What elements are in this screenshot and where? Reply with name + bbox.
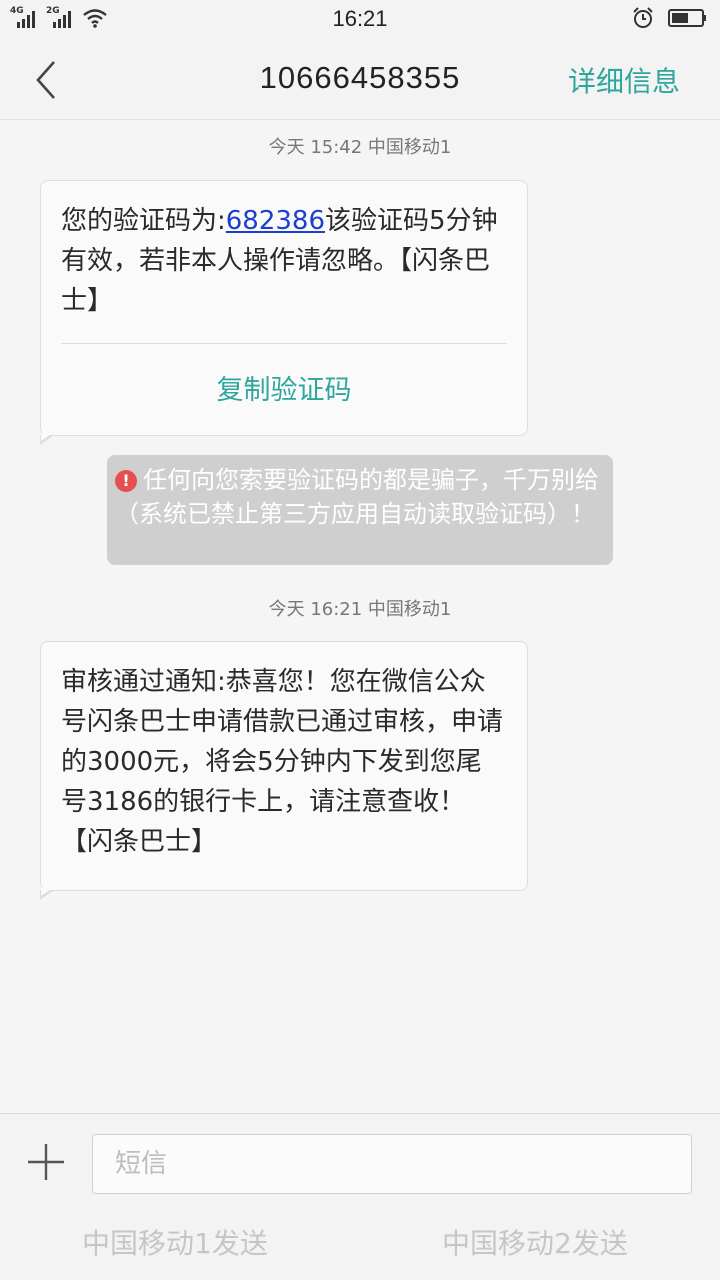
send-sim2-button[interactable]: 中国移动2发送 <box>442 1222 628 1262</box>
message-text-prefix: 您的验证码为: <box>61 206 226 236</box>
message-timestamp: 今天 15:42 中国移动1 <box>268 137 452 158</box>
sms-input[interactable] <box>92 1134 692 1194</box>
clock: 16:21 <box>332 6 388 31</box>
send-sim1-button[interactable]: 中国移动1发送 <box>82 1222 268 1262</box>
details-button[interactable]: 详细信息 <box>568 60 680 100</box>
status-right <box>632 7 708 29</box>
warning-text: 任何向您索要验证码的都是骗子，千万别给（系统已禁止第三方应用自动读取验证码）！ <box>115 466 599 528</box>
add-attachment-button[interactable] <box>26 1142 66 1182</box>
message-text: 您的验证码为:682386该验证码5分钟有效，若非本人操作请忽略。【闪条巴士】 <box>41 181 527 321</box>
status-bar: 4G 2G 16:21 <box>0 0 720 40</box>
message-list[interactable]: 今天 15:42 中国移动1 您的验证码为:682386该验证码5分钟有效，若非… <box>0 121 720 1113</box>
verification-code-link[interactable]: 682386 <box>226 206 325 236</box>
message-text: 审核通过通知:恭喜您！您在微信公众号闪条巴士申请借款已通过审核，申请的3000元… <box>61 667 504 857</box>
security-warning: ! 任何向您索要验证码的都是骗子，千万别给（系统已禁止第三方应用自动读取验证码）！ <box>107 455 613 565</box>
battery-icon <box>668 9 706 27</box>
message-bubble[interactable]: 审核通过通知:恭喜您！您在微信公众号闪条巴士申请借款已通过审核，申请的3000元… <box>40 641 528 900</box>
bubble-tail <box>40 433 54 445</box>
alert-icon: ! <box>115 470 137 492</box>
bubble-tail <box>40 888 54 900</box>
composer-bar: 中国移动1发送 中国移动2发送 <box>0 1113 720 1280</box>
alarm-icon <box>633 7 653 28</box>
message-bubble[interactable]: 您的验证码为:682386该验证码5分钟有效，若非本人操作请忽略。【闪条巴士】 … <box>40 180 528 445</box>
plus-icon <box>28 1144 64 1180</box>
conversation-header: 10666458355 详细信息 <box>0 40 720 120</box>
message-timestamp: 今天 16:21 中国移动1 <box>268 599 452 620</box>
copy-code-button[interactable]: 复制验证码 <box>41 344 527 433</box>
